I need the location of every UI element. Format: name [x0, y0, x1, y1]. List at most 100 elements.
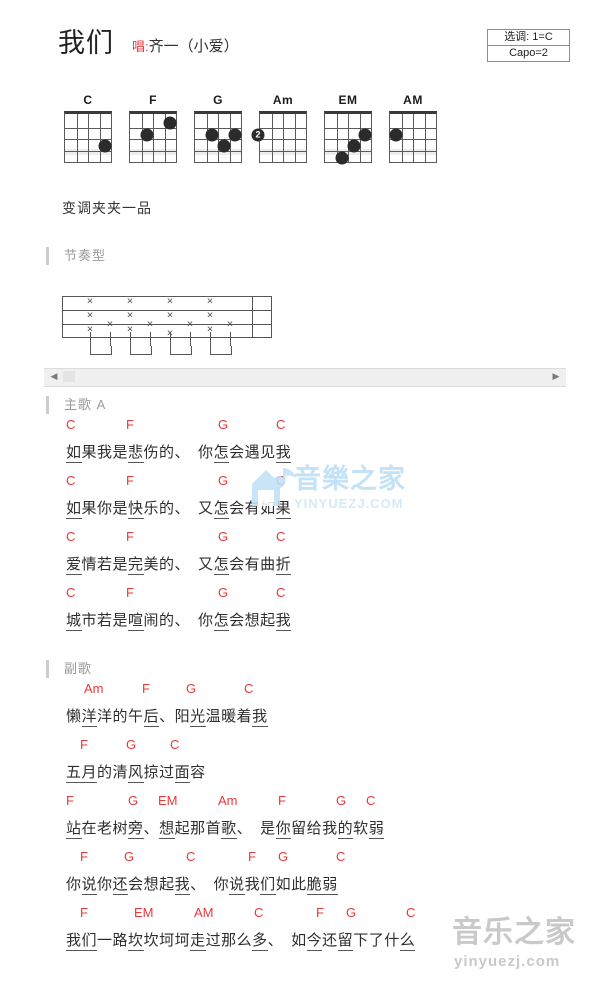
lyric-chord-anchor: 今	[306, 932, 323, 951]
lyric-text: 乐的、 又	[143, 500, 214, 517]
chord-symbol: C	[66, 417, 76, 432]
chord-fretboard-grid	[129, 111, 177, 163]
lyric-text: 过那么	[205, 932, 253, 949]
lyric-chord-anchor: 的	[337, 820, 354, 839]
chord-symbol: F	[80, 849, 88, 864]
lyric-chord-anchor: 说	[229, 876, 245, 895]
chord-symbol: C	[186, 849, 196, 864]
chord-diagram-g: G	[188, 92, 248, 163]
chord-row: CFGC	[46, 582, 566, 603]
scrollbar-thumb[interactable]	[63, 371, 75, 382]
lyric-text: 、阳	[159, 708, 191, 725]
lyric-text: 在老树	[81, 820, 129, 837]
strum-x-mark: ×	[86, 295, 94, 308]
lyric-text: 伤的、 你	[143, 444, 214, 461]
downstroke-bracket	[90, 346, 112, 355]
chord-fret-position-marker: 2	[251, 128, 265, 142]
lyric-row: 城市若是喧闹的、 你怎会想起我	[46, 603, 566, 638]
lyric-text: 如此	[275, 876, 307, 893]
chord-symbol: F	[142, 681, 150, 696]
chord-diagram-am: AM	[383, 92, 443, 163]
lyric-row: 懒洋洋的午后、阳光温暖着我	[46, 699, 566, 734]
chord-row: FGC	[46, 734, 566, 755]
lyric-chord-anchor: 风	[128, 764, 144, 783]
lyric-row: 站在老树旁、想起那首歌、 是你留给我的软弱	[46, 811, 566, 846]
chord-diagram-am: Am 2	[251, 92, 313, 163]
lyric-row: 爱情若是完美的、 又怎会有曲折	[46, 547, 566, 582]
lyric-chord-anchor: 城	[66, 612, 82, 631]
lyric-text: 你	[66, 876, 82, 893]
scroll-right-arrow-icon[interactable]: ▶	[548, 369, 564, 384]
lyric-chord-anchor: 洋	[81, 708, 98, 727]
strum-x-mark: ×	[206, 295, 214, 308]
chord-diagram-label: C	[83, 93, 93, 107]
strum-x-mark: ×	[146, 318, 154, 331]
lyric-chord-anchor: 怎	[213, 556, 230, 575]
lyric-row: 如果我是悲伤的、 你怎会遇见我	[46, 435, 566, 470]
chord-row: F EM AM C F G C	[46, 902, 566, 923]
capo-note: 变调夹夹一品	[62, 200, 152, 216]
chord-symbol: F	[126, 529, 134, 544]
lyric-chord-anchor: 么	[399, 932, 416, 951]
lyric-chord-anchor: 五	[66, 764, 82, 783]
chord-fretboard-grid	[64, 111, 112, 163]
strum-x-mark: ×	[226, 318, 234, 331]
chord-finger-dot	[335, 151, 349, 165]
chord-symbol: G	[186, 681, 197, 696]
chord-finger-dot	[98, 139, 112, 153]
strum-x-mark: ×	[166, 295, 174, 308]
chord-symbol: C	[244, 681, 254, 696]
lyric-text: 、 是	[236, 820, 276, 837]
chord-finger-dot	[205, 128, 219, 142]
lyric-chord-anchor: 想	[159, 820, 175, 839]
chord-symbol: F	[248, 849, 256, 864]
lyric-row: 我们一路坎坎坷坷走过那么多、 如今还留下了什么	[46, 923, 566, 958]
lyric-text: 懒	[66, 708, 82, 725]
lyric-chord-anchor: 你	[275, 820, 292, 839]
lyric-chord-anchor: 我	[174, 876, 191, 895]
chord-symbol: EM	[134, 905, 154, 920]
chord-diagram-c: C	[58, 92, 118, 163]
lyric-chord-anchor: 如	[66, 500, 82, 519]
lyric-chord-anchor: 我	[252, 708, 268, 727]
chord-symbol: C	[66, 529, 76, 544]
verse-lyrics-block: C F G C 如果我是悲伤的、 你怎会遇见我 C F G C 如果你是快乐的、 又怎会有如果 C F…	[46, 414, 566, 638]
lyric-chord-anchor: 留	[337, 932, 354, 951]
chord-symbol: C	[406, 905, 416, 920]
lyric-text: 我	[244, 876, 261, 893]
lyric-chord-anchor: 后	[143, 708, 160, 727]
chord-symbol: G	[128, 793, 139, 808]
chord-symbol: C	[66, 585, 76, 600]
lyric-chord-anchor: 面	[174, 764, 191, 783]
lyric-text: 掠过	[143, 764, 175, 781]
chord-symbol: F	[126, 473, 134, 488]
chord-symbol: C	[336, 849, 346, 864]
chord-fretboard-grid	[324, 111, 372, 165]
chord-row: CFGC	[46, 414, 566, 435]
chord-diagram-f: F	[123, 92, 183, 163]
chord-symbol: C	[366, 793, 376, 808]
lyric-chord-anchor: 光	[190, 708, 206, 727]
lyric-chord-anchor: 还	[112, 876, 129, 895]
scroll-left-arrow-icon[interactable]: ◀	[46, 369, 62, 384]
lyric-text: 、 你	[190, 876, 230, 893]
chord-row: CFGC	[46, 526, 566, 547]
lyric-text: 情若是	[81, 556, 129, 573]
strum-x-mark: ×	[206, 309, 214, 322]
chord-symbol: G	[218, 529, 229, 544]
chord-symbol: AM	[194, 905, 214, 920]
key-capo-box: 选调: 1=C Capo=2	[487, 29, 570, 62]
chord-finger-dot	[163, 116, 177, 130]
horizontal-scrollbar[interactable]: ◀ ▶	[44, 368, 566, 387]
chorus-section-heading: 副歌	[46, 660, 92, 678]
strum-x-mark: ×	[186, 318, 194, 331]
lyric-chord-anchor: 走	[190, 932, 206, 951]
lyric-chord-anchor: 我	[275, 444, 292, 463]
strum-x-mark: ×	[166, 309, 174, 322]
lyric-chord-anchor: 月	[81, 764, 98, 783]
lyric-chord-anchor: 们	[81, 932, 98, 951]
lyric-text: 会有如	[229, 500, 276, 517]
chord-symbol: G	[218, 473, 229, 488]
chord-symbol: Am	[84, 681, 104, 696]
rhythm-section-heading: 节奏型	[46, 247, 106, 265]
